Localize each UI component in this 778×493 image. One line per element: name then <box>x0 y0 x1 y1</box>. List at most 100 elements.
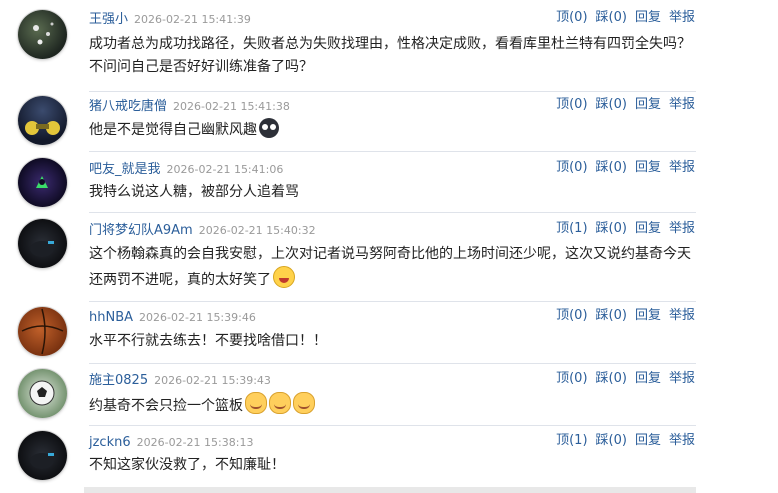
avatar[interactable] <box>18 307 67 356</box>
comment-item: 吧友_就是我 2026-02-21 15:41:06 顶(0) 踩(0) 回复 举报 我… <box>0 158 700 212</box>
timestamp: 2026-02-21 15:40:32 <box>198 224 316 237</box>
username[interactable]: 施主0825 <box>89 373 148 388</box>
comment-line: 还两罚不进呢，真的太好笑了 <box>89 272 271 288</box>
comment-meta: jzckn6 2026-02-21 15:38:13 <box>89 431 253 451</box>
comment-actions: 顶(0) 踩(0) 回复 举报 <box>556 369 695 389</box>
upvote-button[interactable]: 顶(0) <box>556 10 587 25</box>
divider <box>89 151 696 152</box>
avatar[interactable] <box>18 219 67 268</box>
avatar[interactable] <box>18 431 67 480</box>
divider <box>89 301 696 302</box>
timestamp: 2026-02-21 15:41:06 <box>166 163 284 176</box>
comment-actions: 顶(1) 踩(0) 回复 举报 <box>556 431 695 451</box>
username[interactable]: hhNBA <box>89 310 133 325</box>
upvote-button[interactable]: 顶(0) <box>556 160 587 175</box>
avatar[interactable] <box>18 96 67 145</box>
upvote-button[interactable]: 顶(0) <box>556 308 587 323</box>
comment-actions: 顶(0) 踩(0) 回复 举报 <box>556 306 695 326</box>
username[interactable]: 王强小 <box>89 12 128 27</box>
comment-text: 不知这家伙没救了，不知廉耻！ <box>89 454 699 477</box>
laughing-cat-icon <box>245 392 267 414</box>
reply-button[interactable]: 回复 <box>635 308 661 323</box>
username[interactable]: 门将梦幻队A9Am <box>89 223 193 238</box>
comment-meta: 门将梦幻队A9Am 2026-02-21 15:40:32 <box>89 219 316 239</box>
comment-item: jzckn6 2026-02-21 15:38:13 顶(1) 踩(0) 回复 举报 不… <box>0 431 700 487</box>
report-button[interactable]: 举报 <box>669 160 695 175</box>
timestamp: 2026-02-21 15:38:13 <box>136 436 254 449</box>
upvote-button[interactable]: 顶(1) <box>556 221 587 236</box>
laughing-tears-icon <box>273 266 295 288</box>
comment-item: 施主0825 2026-02-21 15:39:43 顶(0) 踩(0) 回复 举报 约… <box>0 369 700 425</box>
avatar-image <box>30 241 54 257</box>
comment-text: 约基奇不会只捡一个篮板 <box>89 392 699 418</box>
username[interactable]: 猪八戒吃唐僧 <box>89 99 167 114</box>
divider <box>89 212 696 213</box>
comment-actions: 顶(0) 踩(0) 回复 举报 <box>556 95 695 115</box>
reply-button[interactable]: 回复 <box>635 371 661 386</box>
reply-button[interactable]: 回复 <box>635 221 661 236</box>
comment-line: 约基奇不会只捡一个篮板 <box>89 398 243 414</box>
comment-actions: 顶(0) 踩(0) 回复 举报 <box>556 158 695 178</box>
downvote-button[interactable]: 踩(0) <box>596 221 627 236</box>
downvote-button[interactable]: 踩(0) <box>596 10 627 25</box>
reply-button[interactable]: 回复 <box>635 97 661 112</box>
avatar[interactable] <box>18 369 67 418</box>
timestamp: 2026-02-21 15:41:38 <box>173 100 290 113</box>
downvote-button[interactable]: 踩(0) <box>596 371 627 386</box>
dark-face-icon <box>259 118 279 138</box>
comment-line: 这个杨翰森真的会自我安慰，上次对记者说马努阿奇比他的上场时间还少呢，这次又说约基… <box>89 246 691 262</box>
username[interactable]: 吧友_就是我 <box>89 162 161 177</box>
divider <box>89 425 696 426</box>
comment-line: 水平不行就去练去！不要找啥借口！！ <box>89 333 327 349</box>
comment-text: 这个杨翰森真的会自我安慰，上次对记者说马努阿奇比他的上场时间还少呢，这次又说约基… <box>89 243 699 292</box>
reply-button[interactable]: 回复 <box>635 433 661 448</box>
comment-meta: 施主0825 2026-02-21 15:39:43 <box>89 369 271 389</box>
avatar[interactable] <box>18 158 67 207</box>
upvote-button[interactable]: 顶(1) <box>556 433 587 448</box>
downvote-button[interactable]: 踩(0) <box>596 308 627 323</box>
upvote-button[interactable]: 顶(0) <box>556 371 587 386</box>
timestamp: 2026-02-21 15:39:46 <box>139 311 256 324</box>
reply-button[interactable]: 回复 <box>635 160 661 175</box>
upvote-button[interactable]: 顶(0) <box>556 97 587 112</box>
laughing-cat-icon <box>269 392 291 414</box>
avatar-image <box>36 176 48 188</box>
avatar-image <box>33 22 54 45</box>
comment-line: 不知这家伙没救了，不知廉耻！ <box>89 457 285 473</box>
downvote-button[interactable]: 踩(0) <box>596 160 627 175</box>
avatar-image <box>21 308 64 355</box>
comment-text: 他是不是觉得自己幽默风趣 <box>89 118 699 142</box>
laughing-cat-icon <box>293 392 315 414</box>
username[interactable]: jzckn6 <box>89 435 131 450</box>
avatar[interactable] <box>18 10 67 59</box>
comment-text: 我特么说这人糖，被部分人追着骂 <box>89 181 699 204</box>
comment-meta: hhNBA 2026-02-21 15:39:46 <box>89 306 256 326</box>
timestamp: 2026-02-21 15:41:39 <box>134 13 251 26</box>
comment-meta: 王强小 2026-02-21 15:41:39 <box>89 8 251 28</box>
downvote-button[interactable]: 踩(0) <box>596 433 627 448</box>
report-button[interactable]: 举报 <box>669 221 695 236</box>
comment-item: 门将梦幻队A9Am 2026-02-21 15:40:32 顶(1) 踩(0) 回复举… <box>0 219 700 299</box>
comment-item: 猪八戒吃唐僧 2026-02-21 15:41:38 顶(0) 踩(0) 回复 举报 他… <box>0 95 700 151</box>
comment-text: 水平不行就去练去！不要找啥借口！！ <box>89 330 699 353</box>
report-button[interactable]: 举报 <box>669 97 695 112</box>
downvote-button[interactable]: 踩(0) <box>596 97 627 112</box>
reply-button[interactable]: 回复 <box>635 10 661 25</box>
comment-line: 我特么说这人糖，被部分人追着骂 <box>89 184 299 200</box>
comment-actions: 顶(0) 踩(0) 回复 举报 <box>556 8 695 28</box>
report-button[interactable]: 举报 <box>669 10 695 25</box>
divider <box>89 363 696 364</box>
report-button[interactable]: 举报 <box>669 371 695 386</box>
comment-item: hhNBA 2026-02-21 15:39:46 顶(0) 踩(0) 回复 举报 水平… <box>0 306 700 362</box>
comment-actions: 顶(1) 踩(0) 回复 举报 <box>556 219 695 239</box>
avatar-image <box>25 121 60 135</box>
comment-item: 王强小 2026-02-21 15:41:39 顶(0) 踩(0) 回复 举报 成功者总… <box>0 8 700 88</box>
report-button[interactable]: 举报 <box>669 308 695 323</box>
report-button[interactable]: 举报 <box>669 433 695 448</box>
comment-line: 不问问自己是否好好训练准备了吗？ <box>89 59 313 75</box>
comment-text: 成功者总为成功找路径，失败者总为失败找理由，性格决定成败，看看库里杜兰特有四罚全… <box>89 33 699 79</box>
comment-meta: 猪八戒吃唐僧 2026-02-21 15:41:38 <box>89 95 290 115</box>
avatar-image <box>29 380 55 406</box>
horizontal-scrollbar[interactable] <box>84 487 696 493</box>
comment-line: 成功者总为成功找路径，失败者总为失败找理由，性格决定成败，看看库里杜兰特有四罚全… <box>89 36 691 52</box>
